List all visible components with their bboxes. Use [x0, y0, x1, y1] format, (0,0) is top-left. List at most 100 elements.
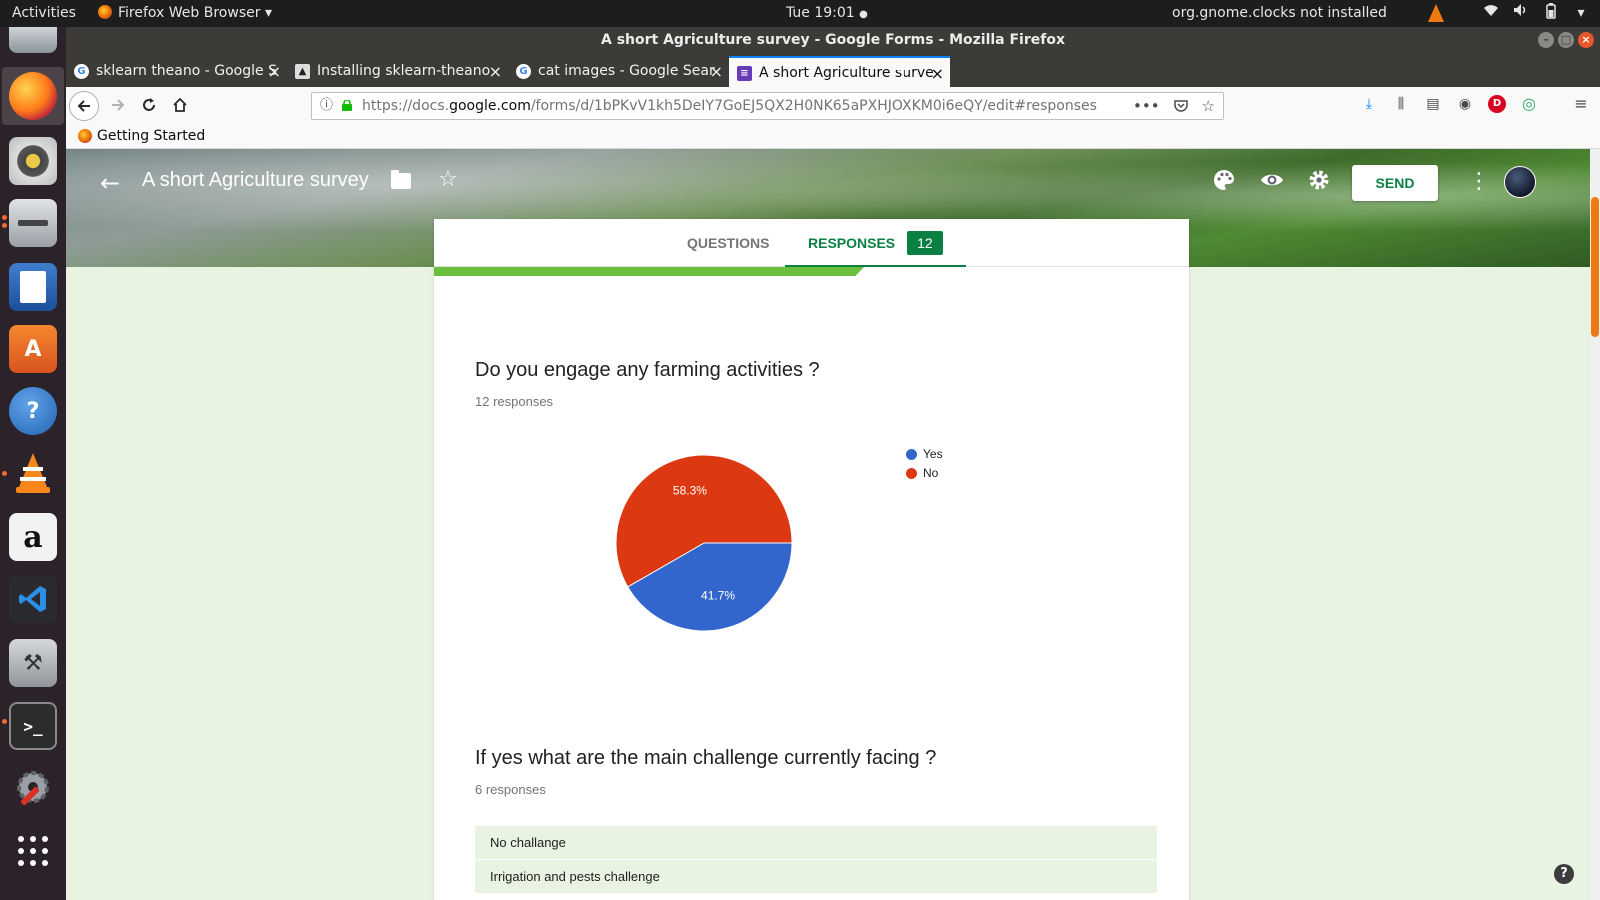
tab-cat-images[interactable]: G cat images - Google Sear ×: [508, 56, 729, 87]
tab-label: sklearn theano - Google S: [96, 63, 277, 79]
new-tab-button[interactable]: +: [888, 54, 918, 87]
file-manager-icon[interactable]: [9, 199, 57, 247]
tab-label: Installing sklearn-theano: [317, 63, 491, 79]
vlc-tray-icon[interactable]: [1428, 4, 1444, 22]
legend-label: No: [923, 466, 939, 480]
app-menu-label: Firefox Web Browser: [118, 5, 261, 21]
tray-notice[interactable]: org.gnome.clocks not installed: [1172, 0, 1387, 27]
tab-responses[interactable]: RESPONSES 12: [785, 219, 966, 267]
tab-questions[interactable]: QUESTIONS: [687, 219, 769, 267]
toolbar-right: ⤓ ⫼ ▤ ◉ D ◎ ≡: [1360, 95, 1590, 113]
responses-card: QUESTIONS RESPONSES 12 Do you engage any …: [434, 219, 1189, 900]
page-content: ← A short Agriculture survey ☆ SEND ⋮ QU…: [66, 149, 1600, 900]
close-tab-icon[interactable]: ×: [268, 56, 281, 87]
page-scrollbar[interactable]: [1590, 149, 1600, 900]
settings-tools-icon[interactable]: [9, 763, 57, 811]
star-icon[interactable]: ☆: [438, 167, 458, 192]
close-window-button[interactable]: ×: [1578, 32, 1594, 48]
reload-button[interactable]: [134, 91, 164, 121]
minimize-button[interactable]: –: [1538, 32, 1554, 48]
disk-utility-icon[interactable]: ⚒: [9, 639, 57, 687]
pocket-icon[interactable]: [1173, 93, 1188, 119]
pie-chart-svg: 41.7% 58.3%: [615, 454, 793, 632]
close-tab-icon[interactable]: ×: [931, 58, 944, 87]
volume-icon[interactable]: [1512, 3, 1530, 23]
rhythmbox-icon[interactable]: [9, 137, 57, 185]
running-indicator: [2, 223, 7, 228]
clock-label: Tue 19:01: [786, 5, 855, 21]
help-icon[interactable]: ?: [9, 387, 57, 435]
legend-swatch: [906, 449, 917, 460]
google-g-icon: G: [74, 64, 89, 79]
navigation-toolbar: ⓘ https://docs.google.com/forms/d/1bPKvV…: [66, 87, 1600, 125]
avatar[interactable]: [1504, 166, 1536, 198]
question-title: If yes what are the main challenge curre…: [475, 747, 937, 769]
palette-icon[interactable]: [1213, 169, 1235, 197]
close-tab-icon[interactable]: ×: [489, 56, 502, 87]
form-title[interactable]: A short Agriculture survey: [142, 169, 369, 192]
preview-eye-icon[interactable]: [1260, 169, 1284, 197]
back-button[interactable]: [69, 91, 99, 121]
scrollbar-thumb[interactable]: [1591, 197, 1599, 337]
app-menu[interactable]: Firefox Web Browser ▾: [98, 0, 272, 27]
page-actions-icon[interactable]: •••: [1133, 93, 1160, 119]
info-icon[interactable]: ⓘ: [320, 93, 333, 119]
legend-item-yes[interactable]: Yes: [906, 445, 943, 464]
tab-sklearn-theano[interactable]: G sklearn theano - Google S ×: [66, 56, 287, 87]
account-icon[interactable]: ◉: [1456, 95, 1474, 113]
form-tabs: QUESTIONS RESPONSES 12: [434, 219, 1189, 267]
activities-button[interactable]: Activities: [12, 0, 76, 27]
bookmark-getting-started[interactable]: Getting Started: [97, 125, 205, 147]
close-tab-icon[interactable]: ×: [710, 56, 723, 87]
tab-installing-sklearn[interactable]: ▲ Installing sklearn-theano ×: [287, 56, 508, 87]
url-bar[interactable]: ⓘ https://docs.google.com/forms/d/1bPKvV…: [311, 92, 1224, 120]
question-1: Do you engage any farming activities ? 1…: [475, 359, 820, 409]
sidebar-icon[interactable]: ▤: [1424, 95, 1442, 113]
maximize-button[interactable]: □: [1558, 32, 1574, 48]
folder-icon[interactable]: [391, 170, 411, 189]
system-menu-caret-icon[interactable]: ▾: [1572, 3, 1590, 23]
window-titlebar[interactable]: A short Agriculture survey - Google Form…: [66, 27, 1600, 54]
downloads-icon[interactable]: ⤓: [1360, 95, 1378, 113]
site-icon: ▲: [295, 64, 310, 79]
bookmark-star-icon[interactable]: ☆: [1202, 93, 1215, 119]
terminal-icon[interactable]: >_: [9, 702, 57, 750]
window-controls: – □ ×: [1538, 32, 1594, 48]
battery-icon[interactable]: [1542, 3, 1560, 23]
vscode-icon[interactable]: [9, 575, 57, 623]
extension-grammarly-icon[interactable]: ◎: [1520, 95, 1538, 113]
home-button[interactable]: [165, 91, 195, 121]
help-icon-button[interactable]: ?: [1554, 864, 1574, 884]
send-button[interactable]: SEND: [1352, 165, 1438, 201]
library-icon[interactable]: ⫼: [1392, 95, 1410, 113]
libreoffice-writer-icon[interactable]: [9, 263, 57, 311]
amazon-icon[interactable]: a: [9, 513, 57, 561]
legend-item-no[interactable]: No: [906, 464, 943, 483]
files-app-icon[interactable]: [9, 27, 57, 53]
clock[interactable]: Tue 19:01 ●: [786, 0, 868, 27]
forms-header: ← A short Agriculture survey ☆ SEND ⋮: [66, 149, 1600, 219]
more-vert-icon[interactable]: ⋮: [1468, 169, 1490, 194]
software-center-icon[interactable]: A: [9, 325, 57, 373]
url-prefix: https://docs.: [362, 98, 450, 114]
legend-label: Yes: [923, 447, 943, 461]
extension-d-icon[interactable]: D: [1488, 95, 1506, 113]
back-arrow-icon[interactable]: ←: [100, 169, 120, 197]
show-applications-icon[interactable]: [9, 827, 57, 875]
bookmarks-toolbar: Getting Started: [66, 125, 1600, 149]
header-accent-bar: [434, 267, 864, 276]
pie-chart[interactable]: 41.7% 58.3%: [604, 443, 804, 643]
settings-gear-icon[interactable]: [1308, 169, 1330, 197]
response-count: 6 responses: [475, 782, 546, 797]
answer-item: No challange: [475, 826, 1157, 859]
notification-dot-icon: ●: [859, 9, 868, 20]
running-indicator: [2, 215, 7, 220]
answer-item: Irrigation and pests challenge: [475, 860, 1157, 893]
tab-responses-label: RESPONSES: [808, 235, 896, 251]
forward-button[interactable]: [103, 91, 133, 121]
hamburger-menu-icon[interactable]: ≡: [1572, 95, 1590, 113]
legend-swatch: [906, 468, 917, 479]
wifi-icon[interactable]: [1482, 3, 1500, 23]
vlc-dock-icon[interactable]: [9, 449, 57, 497]
firefox-dock-icon[interactable]: [9, 72, 57, 120]
